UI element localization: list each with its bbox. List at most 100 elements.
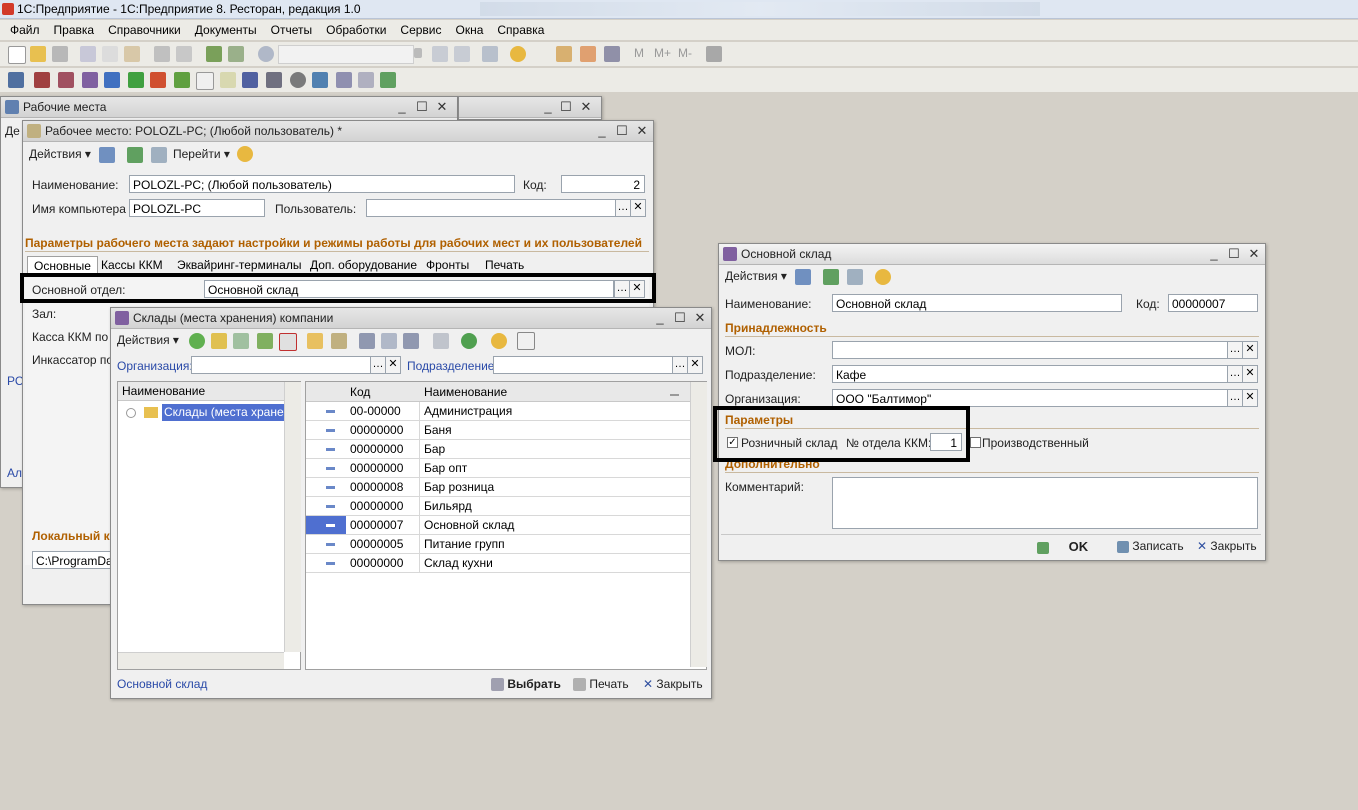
close-button[interactable]: ✕ xyxy=(433,97,451,117)
memory-minus-button[interactable]: M- xyxy=(678,46,692,60)
dept-filter-clear-button[interactable]: ✕ xyxy=(687,356,703,374)
table-row[interactable]: 00000007 Основной склад xyxy=(306,516,690,535)
filter-icon[interactable] xyxy=(359,333,375,349)
dept-clear-button[interactable]: ✕ xyxy=(1242,365,1258,383)
tab-kkm[interactable]: Кассы ККМ xyxy=(95,256,169,274)
table-row[interactable]: 00000000 Бар опт xyxy=(306,459,690,478)
grid-scrollbar[interactable] xyxy=(690,382,707,667)
menu-catalogs[interactable]: Справочники xyxy=(101,20,188,40)
find-next-icon[interactable] xyxy=(432,46,448,62)
search-icon[interactable] xyxy=(258,46,274,62)
mol-field[interactable] xyxy=(832,341,1228,359)
user-clear-button[interactable]: ✕ xyxy=(630,199,646,217)
code-field[interactable]: 00000007 xyxy=(1168,294,1258,312)
add-icon[interactable] xyxy=(189,333,205,349)
tree-root-item[interactable]: Склады (места хранения) xyxy=(162,404,284,421)
cut-icon[interactable] xyxy=(80,46,96,62)
close-button[interactable]: ✕ xyxy=(691,308,709,328)
org-select-button[interactable]: … xyxy=(370,356,386,374)
save-close-icon[interactable] xyxy=(795,269,811,285)
org-clear-button[interactable]: ✕ xyxy=(385,356,401,374)
table-row[interactable]: 00000008 Бар розница xyxy=(306,478,690,497)
delete-icon[interactable] xyxy=(279,333,297,351)
tab-extra-equipment[interactable]: Доп. оборудование xyxy=(304,256,423,274)
actions-menu[interactable]: Действия ▾ xyxy=(725,269,787,283)
info-icon[interactable] xyxy=(510,46,526,62)
close-button[interactable]: ✕ xyxy=(1245,244,1263,264)
close-form-button[interactable]: ✕ Закрыть xyxy=(643,677,703,691)
table-row[interactable]: 00000000 Баня xyxy=(306,421,690,440)
chart-icon[interactable] xyxy=(380,72,396,88)
menu-windows[interactable]: Окна xyxy=(449,20,491,40)
minimize-button[interactable]: _ xyxy=(593,121,611,141)
maximize-button[interactable]: ☐ xyxy=(613,121,631,141)
calculator-icon[interactable] xyxy=(556,46,572,62)
ok-button[interactable]: OK xyxy=(1037,539,1088,554)
users-icon[interactable] xyxy=(604,46,620,62)
save-icon[interactable] xyxy=(52,46,68,62)
folder-red-icon[interactable] xyxy=(150,72,166,88)
save-button[interactable]: Записать xyxy=(1117,539,1184,553)
save-close-icon[interactable] xyxy=(99,147,115,163)
menu-service[interactable]: Сервис xyxy=(393,20,448,40)
dept-select-button[interactable]: … xyxy=(1227,365,1243,383)
level-up-icon[interactable] xyxy=(331,333,347,349)
mol-select-button[interactable]: … xyxy=(1227,341,1243,359)
goto-menu[interactable]: Перейти ▾ xyxy=(173,147,230,161)
edit-icon[interactable] xyxy=(336,72,352,88)
menu-file[interactable]: Файл xyxy=(0,20,47,40)
select-button[interactable]: Выбрать xyxy=(491,677,561,692)
actions-menu[interactable]: Действия ▾ xyxy=(29,147,91,161)
minimize-button[interactable]: _ xyxy=(539,97,557,117)
table-row[interactable]: 00000000 Склад кухни xyxy=(306,554,690,573)
open-icon[interactable] xyxy=(30,46,46,62)
org-field[interactable] xyxy=(191,356,371,374)
tab-acquiring[interactable]: Эквайринг-терминалы xyxy=(171,256,307,274)
production-checkbox[interactable] xyxy=(970,437,981,448)
org-select-button[interactable]: … xyxy=(1227,389,1243,407)
goods-icon[interactable] xyxy=(82,72,98,88)
user-select-button[interactable]: … xyxy=(615,199,631,217)
workplace-icon[interactable] xyxy=(8,72,24,88)
mol-clear-button[interactable]: ✕ xyxy=(1242,341,1258,359)
filter-off-icon[interactable] xyxy=(433,333,449,349)
refresh-icon[interactable] xyxy=(127,147,143,163)
copy-icon[interactable] xyxy=(102,46,118,62)
folder-green-icon[interactable] xyxy=(174,72,190,88)
add-folder-icon[interactable] xyxy=(211,333,227,349)
refresh-icon[interactable] xyxy=(461,333,477,349)
filter-value-icon[interactable] xyxy=(381,333,397,349)
paste-icon[interactable] xyxy=(124,46,140,62)
table-row[interactable]: 00000005 Питание групп xyxy=(306,535,690,554)
calendar-icon[interactable] xyxy=(580,46,596,62)
minimize-button[interactable]: _ xyxy=(651,308,669,328)
maximize-button[interactable]: ☐ xyxy=(413,97,431,117)
menu-processing[interactable]: Обработки xyxy=(319,20,393,40)
computer-field[interactable]: POLOZL-PC xyxy=(129,199,265,217)
refresh-icon[interactable] xyxy=(823,269,839,285)
menu-help[interactable]: Справка xyxy=(490,20,551,40)
copy-icon[interactable] xyxy=(233,333,249,349)
find-prev-icon[interactable] xyxy=(454,46,470,62)
code-field[interactable]: 2 xyxy=(561,175,645,193)
close-button[interactable]: ✕ xyxy=(577,97,595,117)
person-icon[interactable] xyxy=(104,72,120,88)
filter-dropdown-icon[interactable] xyxy=(403,333,419,349)
help-icon[interactable] xyxy=(875,269,891,285)
table-row[interactable]: 00000000 Бар xyxy=(306,440,690,459)
org-field[interactable]: ООО "Балтимор" xyxy=(832,389,1228,407)
close-button[interactable]: ✕ xyxy=(633,121,651,141)
local-path-field[interactable]: C:\ProgramData xyxy=(32,551,112,569)
tab-fronts[interactable]: Фронты xyxy=(420,256,475,274)
help-icon[interactable] xyxy=(491,333,507,349)
list-icon[interactable] xyxy=(220,72,236,88)
dept-filter-select-button[interactable]: … xyxy=(672,356,688,374)
user-field[interactable] xyxy=(366,199,616,217)
print-button[interactable]: Печать xyxy=(573,677,629,692)
search-combo[interactable] xyxy=(278,45,414,64)
tree-view-icon[interactable] xyxy=(517,332,535,350)
tab-print[interactable]: Печать xyxy=(479,256,530,274)
memory-m-button[interactable]: M xyxy=(634,46,644,60)
org-clear-button[interactable]: ✕ xyxy=(1242,389,1258,407)
restaurant-icon[interactable] xyxy=(34,72,50,88)
